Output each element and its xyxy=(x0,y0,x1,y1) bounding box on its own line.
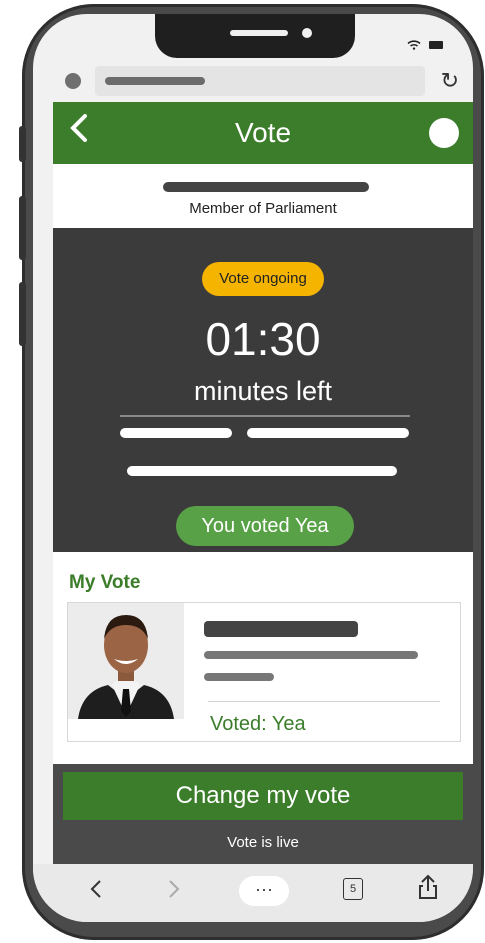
change-vote-button[interactable]: Change my vote xyxy=(63,772,463,820)
volume-up-button xyxy=(19,196,26,260)
volume-down-button xyxy=(19,282,26,346)
my-choice-pill: You voted Yea xyxy=(176,506,354,546)
notch xyxy=(155,14,355,58)
vote-status-panel: Vote ongoing 01:30 minutes left You vote… xyxy=(53,228,473,552)
wifi-icon xyxy=(407,40,421,50)
share-icon[interactable] xyxy=(417,874,439,907)
candidate-detail-redacted xyxy=(204,673,274,681)
motion-text-redacted xyxy=(127,466,397,476)
browser-address-bar: ↻ xyxy=(33,66,473,100)
divider xyxy=(120,415,410,417)
candidate-detail-redacted xyxy=(204,651,418,659)
member-card: Member of Parliament xyxy=(53,164,473,228)
forward-icon[interactable] xyxy=(167,878,181,907)
browser-toolbar: ··· 5 xyxy=(33,864,473,922)
candidate-name-redacted xyxy=(204,621,358,637)
url-field[interactable] xyxy=(95,66,425,96)
motion-text-redacted xyxy=(120,428,232,438)
motion-text-redacted xyxy=(247,428,409,438)
section-title: My Vote xyxy=(69,572,141,593)
reload-icon[interactable]: ↻ xyxy=(441,68,459,94)
live-status: Vote is live xyxy=(227,834,299,851)
profile-circle-icon[interactable] xyxy=(429,118,459,148)
member-role: Member of Parliament xyxy=(189,200,337,217)
member-name-redacted xyxy=(163,182,369,192)
my-vote-section: My Vote Voted: Yea xyxy=(53,552,473,764)
voted-label: Voted: Yea xyxy=(210,713,306,735)
status-badge: Vote ongoing xyxy=(202,262,324,296)
more-options-button[interactable]: ··· xyxy=(239,876,289,906)
phone-screen: ↻ Vote Member of Parliament Vote ongoing… xyxy=(33,14,473,922)
speaker xyxy=(230,30,288,36)
mute-switch xyxy=(19,126,26,162)
status-icons xyxy=(407,40,443,50)
site-icon xyxy=(65,73,81,89)
url-text-placeholder xyxy=(105,77,205,85)
app-header: Vote xyxy=(53,102,473,164)
back-icon[interactable] xyxy=(89,878,103,907)
timer-unit: minutes left xyxy=(193,376,333,406)
voter-card: Voted: Yea xyxy=(67,602,461,742)
countdown-timer: 01:30 xyxy=(205,313,321,365)
action-area: Change my vote Vote is live xyxy=(53,764,473,864)
divider xyxy=(208,701,440,702)
avatar xyxy=(68,603,184,719)
page-title: Vote xyxy=(234,117,292,148)
tabs-icon[interactable]: 5 xyxy=(343,878,363,900)
battery-icon xyxy=(429,41,443,49)
front-camera xyxy=(302,28,312,38)
